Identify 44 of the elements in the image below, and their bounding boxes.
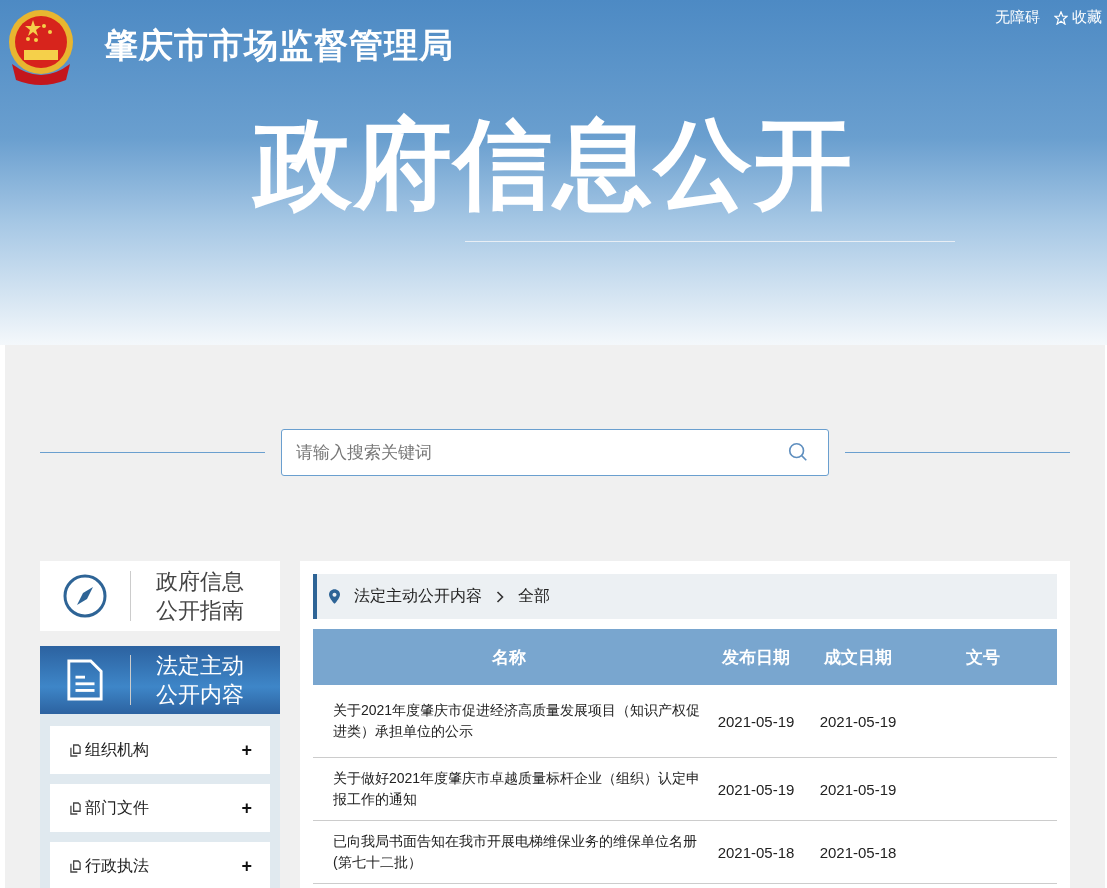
- chevron-right-icon: [496, 590, 504, 603]
- column-header: 名称: [313, 629, 705, 685]
- accessibility-link[interactable]: 无障碍: [995, 8, 1040, 27]
- written-date-cell: 2021-05-19: [807, 685, 909, 758]
- tab-label: 政府信息: [156, 568, 244, 596]
- compass-icon: [62, 573, 108, 619]
- sidebar-tab[interactable]: 法定主动 公开内容: [40, 646, 280, 714]
- column-header: 发布日期: [705, 629, 807, 685]
- star-icon: [1054, 10, 1068, 25]
- copy-icon: [70, 859, 81, 873]
- category-item[interactable]: 组织机构 +: [50, 726, 270, 774]
- column-header: 文号: [909, 629, 1057, 685]
- document-link[interactable]: 关于做好2021年度肇庆市卓越质量标杆企业（组织）认定申报工作的通知: [333, 768, 701, 810]
- breadcrumb-link[interactable]: 全部: [518, 586, 550, 607]
- category-item[interactable]: 部门文件 +: [50, 784, 270, 832]
- category-label: 组织机构: [85, 739, 150, 760]
- copy-icon: [70, 801, 81, 815]
- publish-date-cell: 2021-05-18: [705, 820, 807, 884]
- sidebar-tab[interactable]: 政府信息 公开指南: [40, 561, 280, 631]
- category-label: 部门文件: [85, 797, 150, 818]
- site-name: 肇庆市市场监督管理局: [104, 25, 454, 66]
- expand-toggle[interactable]: +: [241, 855, 252, 877]
- document-icon: [66, 658, 104, 702]
- favorite-link[interactable]: 收藏: [1054, 8, 1102, 27]
- publish-date-cell: 2021-05-19: [705, 757, 807, 821]
- publish-date-cell: 2021-05-19: [705, 685, 807, 758]
- search-icon: [787, 441, 809, 463]
- document-link[interactable]: 关于2021年度肇庆市促进经济高质量发展项目（知识产权促进类）承担单位的公示: [333, 700, 701, 742]
- document-link[interactable]: 已向我局书面告知在我市开展电梯维保业务的维保单位名册(第七十二批）: [333, 831, 701, 873]
- tab-label: 公开内容: [156, 681, 244, 709]
- banner-title: 政府信息公开: [251, 108, 855, 221]
- category-label: 行政执法: [85, 855, 150, 876]
- written-date-cell: 2021-05-18: [807, 820, 909, 884]
- breadcrumb-link[interactable]: 法定主动公开内容: [354, 586, 482, 607]
- tab-label: 公开指南: [156, 597, 244, 625]
- tab-label: 法定主动: [156, 652, 244, 680]
- written-date-cell: 2021-05-19: [807, 757, 909, 821]
- search-field[interactable]: 请输入搜索关键词: [281, 429, 829, 476]
- category-item[interactable]: 行政执法 +: [50, 842, 270, 888]
- expand-toggle[interactable]: +: [241, 797, 252, 819]
- column-header: 成文日期: [807, 629, 909, 685]
- copy-icon: [70, 743, 81, 757]
- expand-toggle[interactable]: +: [241, 739, 252, 761]
- location-pin-icon: [329, 589, 340, 604]
